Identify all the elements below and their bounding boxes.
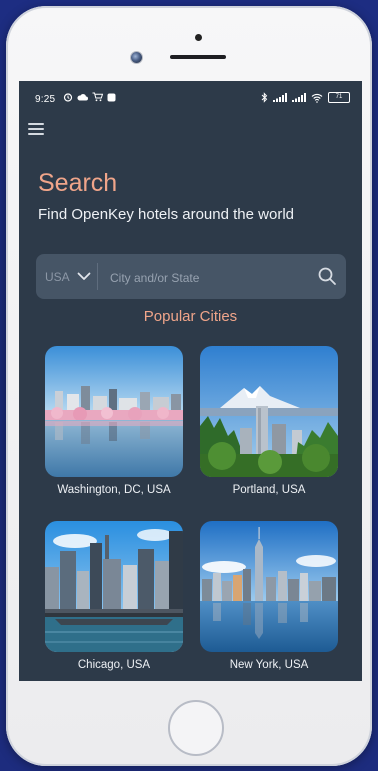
signal-icon xyxy=(273,93,287,102)
country-value: USA xyxy=(45,269,70,284)
country-select[interactable]: USA xyxy=(36,254,98,299)
city-name: Portland, USA xyxy=(232,484,306,496)
bluetooth-icon xyxy=(261,92,268,103)
city-name: Washington, DC, USA xyxy=(57,484,171,496)
city-card-portland[interactable]: Portland, USA xyxy=(200,346,338,496)
status-right-icons: 71 xyxy=(261,92,350,103)
sensor-dot xyxy=(195,34,202,41)
search-divider xyxy=(97,263,98,290)
status-left-icons xyxy=(63,92,116,102)
signal-icon xyxy=(292,93,306,102)
city-search-input[interactable] xyxy=(108,254,312,301)
city-card-washington[interactable]: Washington, DC, USA xyxy=(45,346,183,496)
cloud-icon xyxy=(77,94,88,101)
hamburger-menu-icon[interactable] xyxy=(28,123,44,135)
earpiece-speaker xyxy=(170,55,226,59)
app-icon xyxy=(107,93,116,101)
city-card-new-york[interactable]: New York, USA xyxy=(200,521,338,671)
page-subtitle: Find OpenKey hotels around the world xyxy=(38,206,294,223)
home-button[interactable] xyxy=(168,700,224,756)
page-title: Search xyxy=(38,169,118,197)
city-name: New York, USA xyxy=(229,659,309,671)
battery-icon: 71 xyxy=(328,92,350,103)
front-camera xyxy=(131,52,142,63)
app-screen: 9:25 71 Search Find OpenKey hotels aroun… xyxy=(19,81,362,681)
chicago-city-image xyxy=(45,521,183,652)
chevron-down-icon xyxy=(77,272,91,280)
city-card-chicago[interactable]: Chicago, USA xyxy=(45,521,183,671)
city-name: Chicago, USA xyxy=(77,659,151,671)
search-bar: USA xyxy=(36,254,346,301)
popular-cities-heading: Popular Cities xyxy=(143,308,238,325)
cart-icon xyxy=(92,92,103,102)
status-bar: 9:25 71 xyxy=(19,81,362,119)
portland-city-image xyxy=(200,346,338,477)
search-icon[interactable] xyxy=(317,266,337,286)
alarm-icon xyxy=(63,93,73,102)
new-york-city-image xyxy=(200,521,338,652)
wifi-icon xyxy=(311,93,323,103)
washington-city-image xyxy=(45,346,183,477)
status-time: 9:25 xyxy=(35,94,56,105)
